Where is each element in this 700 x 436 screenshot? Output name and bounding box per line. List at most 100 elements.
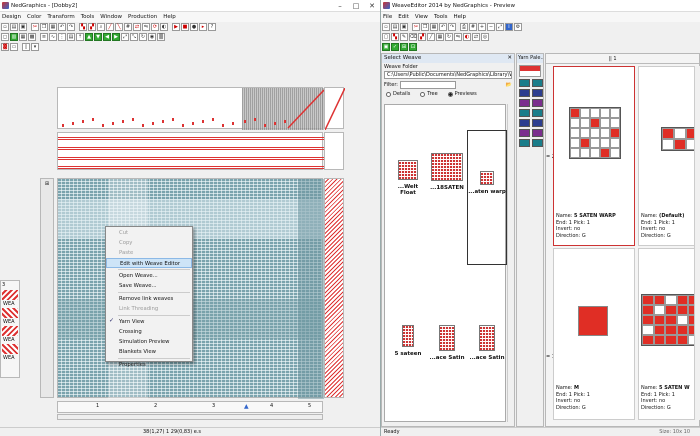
new-icon[interactable]: ▫ xyxy=(1,23,9,31)
paste-icon[interactable]: ▦ xyxy=(49,23,57,31)
undo-icon[interactable]: ↶ xyxy=(58,23,66,31)
arrow-up-icon[interactable]: ▲ xyxy=(85,33,93,41)
copy-weave-icon[interactable]: ❐ xyxy=(421,23,429,31)
tieup-corner[interactable] xyxy=(324,87,346,131)
weave-thumb-1[interactable]: ...Welt Float xyxy=(389,160,427,196)
help-icon[interactable]: ? xyxy=(208,23,216,31)
horizontal-ruler[interactable]: 1 2 3 ▲ 4 5 xyxy=(57,401,323,413)
color-icon[interactable]: ◉ xyxy=(148,33,156,41)
yarn-swatch[interactable] xyxy=(532,129,543,137)
yarn-swatch[interactable] xyxy=(519,129,530,137)
maximize-icon[interactable]: □ xyxy=(348,0,364,12)
menu-file[interactable]: File xyxy=(383,14,392,20)
yarn-icon[interactable]: ∿ xyxy=(49,33,57,41)
green-tool-4-icon[interactable]: ⊡ xyxy=(409,43,417,51)
yarn-swatch[interactable] xyxy=(532,89,543,97)
stop-icon[interactable]: ■ xyxy=(181,23,189,31)
menu-item-paste[interactable]: Paste xyxy=(106,248,192,258)
menu-view[interactable]: View xyxy=(415,14,428,20)
grid-tool-icon[interactable]: # xyxy=(124,23,132,31)
swatch-1[interactable] xyxy=(2,290,18,300)
step-icon[interactable]: ▸ xyxy=(199,23,207,31)
weave-red-icon[interactable]: ▚ xyxy=(391,33,399,41)
line-tool-icon[interactable]: ╲ xyxy=(115,23,123,31)
radio-previews[interactable]: Previews xyxy=(447,91,477,97)
swatch-2[interactable] xyxy=(2,308,18,318)
weave-previews-list[interactable]: ...Welt Float ...18SATEN ...aten warp 5 … xyxy=(384,104,507,422)
menu-help-right[interactable]: Help xyxy=(454,14,467,20)
shift-weave-icon[interactable]: ⇄ xyxy=(472,33,480,41)
green-tool-1-icon[interactable]: ▣ xyxy=(382,43,390,51)
drawdown-icon[interactable]: ▤ xyxy=(67,33,75,41)
draw-tool-icon[interactable]: ╱ xyxy=(106,23,114,31)
play-icon[interactable]: ▶ xyxy=(172,23,180,31)
weave-thumb-5[interactable]: ...ace Satin xyxy=(427,325,467,361)
yarn-swatch[interactable] xyxy=(532,139,543,147)
swatch-3[interactable] xyxy=(2,326,18,336)
fit-icon[interactable]: ⤢ xyxy=(496,23,504,31)
satin-icon[interactable]: ▞ xyxy=(418,33,426,41)
mirror-tool-icon[interactable]: ⇋ xyxy=(142,23,150,31)
yarn-swatch[interactable] xyxy=(519,119,530,127)
pattern-icon[interactable]: ▦ xyxy=(19,33,27,41)
color-palette-icon[interactable]: ▓ xyxy=(1,43,9,51)
cut-icon[interactable]: ✂ xyxy=(31,23,39,31)
print-icon[interactable]: ⎙ xyxy=(460,23,468,31)
preview-icon[interactable]: ◎ xyxy=(481,33,489,41)
panel-close-icon[interactable]: ✕ xyxy=(507,54,514,63)
weave-thumb-3-selected[interactable]: ...aten warp xyxy=(467,130,507,265)
horizontal-scrollbar[interactable] xyxy=(57,414,323,420)
warp-color-strips[interactable] xyxy=(57,132,324,170)
weave-cell-4[interactable]: Name: 5 SATEN W End: 1 Pick: 1 Invert: n… xyxy=(638,248,700,420)
copy-icon[interactable]: ❐ xyxy=(40,23,48,31)
yarn-swatch-current[interactable] xyxy=(519,65,541,77)
undo-weave-icon[interactable]: ↶ xyxy=(439,23,447,31)
info-icon[interactable]: i xyxy=(505,23,513,31)
record-icon[interactable]: ● xyxy=(190,23,198,31)
previews-scrollbar[interactable] xyxy=(507,104,514,422)
paste-weave-icon[interactable]: ▦ xyxy=(430,23,438,31)
menu-item-remove-link-weaves[interactable]: Remove link weaves xyxy=(106,294,192,304)
menu-item-blankets-view[interactable]: Blankets View xyxy=(106,347,192,357)
zoom-out-icon[interactable]: − xyxy=(487,23,495,31)
new-weave-icon[interactable]: ▫ xyxy=(382,23,390,31)
grid-view-icon[interactable]: # xyxy=(469,23,477,31)
select-icon[interactable]: ◻ xyxy=(1,33,9,41)
ruler-marker-icon[interactable]: ▲ xyxy=(244,403,249,410)
pen-icon[interactable]: ✎ xyxy=(400,33,408,41)
yarn-swatch[interactable] xyxy=(519,109,530,117)
arrow-left-icon[interactable]: ◀ xyxy=(103,33,111,41)
menu-production[interactable]: Production xyxy=(128,14,157,20)
browse-folder-icon[interactable]: 📂 xyxy=(506,82,512,88)
radio-details[interactable]: Details xyxy=(386,91,410,97)
open-icon[interactable]: ▤ xyxy=(10,23,18,31)
zoom-in-icon[interactable]: + xyxy=(478,23,486,31)
yarn-swatch[interactable] xyxy=(519,99,530,107)
pegplan-column[interactable]: ⊞ xyxy=(40,178,54,398)
view-mode-icon[interactable]: ▭ xyxy=(10,43,18,51)
dropdown-icon[interactable]: ▾ xyxy=(31,43,39,51)
weave-thumb-2[interactable]: ...18SATEN xyxy=(427,153,467,191)
fill-tool-icon[interactable]: ▞ xyxy=(88,23,96,31)
weave-thumb-4[interactable]: 5 sateen xyxy=(389,325,427,357)
menu-item-link-threading[interactable]: Link Threading xyxy=(106,304,192,314)
repeat-weave-icon[interactable]: ↻ xyxy=(445,33,453,41)
menu-item-edit-with-weave-editor[interactable]: Edit with Weave Editor xyxy=(106,258,192,268)
settings-icon[interactable]: ⚙ xyxy=(514,23,522,31)
menu-item-copy[interactable]: Copy xyxy=(106,238,192,248)
close-icon[interactable]: ✕ xyxy=(364,0,380,12)
simulation-icon[interactable]: ▒ xyxy=(157,33,165,41)
grid-scrollbar[interactable] xyxy=(694,66,700,420)
open-weave-icon[interactable]: ▤ xyxy=(391,23,399,31)
swatch-4[interactable] xyxy=(2,344,18,354)
menu-tools-right[interactable]: Tools xyxy=(434,14,448,20)
minimize-icon[interactable]: – xyxy=(332,0,348,12)
yarn-swatch[interactable] xyxy=(519,79,530,87)
weave-cell-1[interactable]: Name: 5 SATEN WARP End: 1 Pick: 1 Invert… xyxy=(553,66,635,246)
invert-tool-icon[interactable]: ◐ xyxy=(160,23,168,31)
yarn-swatch[interactable] xyxy=(532,99,543,107)
menu-item-save-weave[interactable]: Save Weave... xyxy=(106,281,192,291)
weave-thumb-6[interactable]: ...ace Satin xyxy=(467,325,507,361)
weave-select-icon[interactable]: ▢ xyxy=(382,33,390,41)
yarn-swatch[interactable] xyxy=(519,89,530,97)
